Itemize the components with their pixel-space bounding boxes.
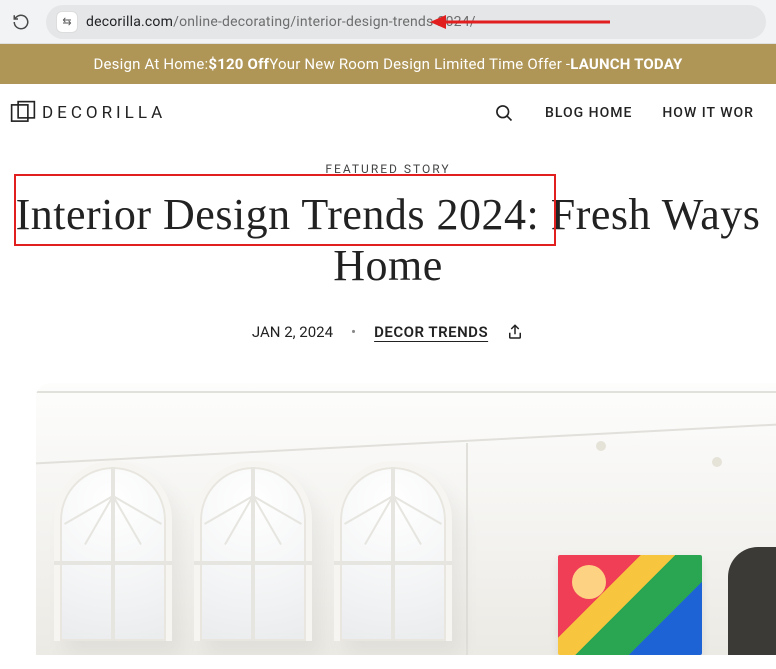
- hero-doorway: [728, 547, 776, 655]
- featured-label: FEATURED STORY: [0, 162, 776, 176]
- url-path: /online-decorating/interior-design-trend…: [173, 14, 476, 30]
- share-icon: [506, 323, 524, 341]
- reload-button[interactable]: [10, 11, 32, 33]
- search-button[interactable]: [493, 102, 515, 124]
- hero-window: [194, 461, 312, 641]
- hero-painting: [558, 555, 702, 655]
- brand-logo-icon: [10, 100, 36, 126]
- promo-middle: Your New Room Design Limited Time Offer …: [269, 55, 570, 73]
- brand-logo[interactable]: DECORILLA: [10, 100, 166, 126]
- hero-window: [54, 461, 172, 641]
- browser-toolbar: ⇆ decorilla.com/online-decorating/interi…: [0, 0, 776, 44]
- url-domain: decorilla.com: [86, 14, 173, 30]
- promo-cta: LAUNCH TODAY: [570, 55, 682, 73]
- meta-separator: •: [351, 323, 356, 341]
- article-category-link[interactable]: DECOR TRENDS: [374, 323, 488, 341]
- nav-how-it-works[interactable]: HOW IT WOR: [662, 105, 754, 121]
- site-info-icon: ⇆: [62, 15, 71, 28]
- search-icon: [494, 103, 514, 123]
- promo-banner[interactable]: Design At Home: $120 Off Your New Room D…: [0, 44, 776, 84]
- address-bar[interactable]: ⇆ decorilla.com/online-decorating/interi…: [46, 5, 766, 39]
- article-date: JAN 2, 2024: [252, 323, 333, 341]
- article-meta: JAN 2, 2024 • DECOR TRENDS: [0, 323, 776, 341]
- site-header: DECORILLA BLOG HOME HOW IT WOR: [0, 84, 776, 132]
- brand-name: DECORILLA: [42, 103, 166, 123]
- url-text: decorilla.com/online-decorating/interior…: [86, 14, 476, 30]
- share-button[interactable]: [506, 323, 524, 341]
- article-title: Interior Design Trends 2024: Fresh Ways …: [16, 190, 761, 291]
- header-nav: BLOG HOME HOW IT WOR: [493, 102, 754, 124]
- article-title-line1: Interior Design Trends 2024: Fresh Ways: [16, 190, 761, 241]
- reload-icon: [12, 13, 30, 31]
- promo-offer: $120 Off: [208, 55, 269, 73]
- article-title-line2: Home: [16, 241, 761, 292]
- hero-image: [36, 383, 776, 655]
- article-header: FEATURED STORY Interior Design Trends 20…: [0, 132, 776, 341]
- promo-prefix: Design At Home:: [93, 55, 208, 73]
- hero-window: [334, 461, 452, 641]
- site-info-button[interactable]: ⇆: [56, 11, 78, 33]
- nav-blog-home[interactable]: BLOG HOME: [545, 105, 632, 121]
